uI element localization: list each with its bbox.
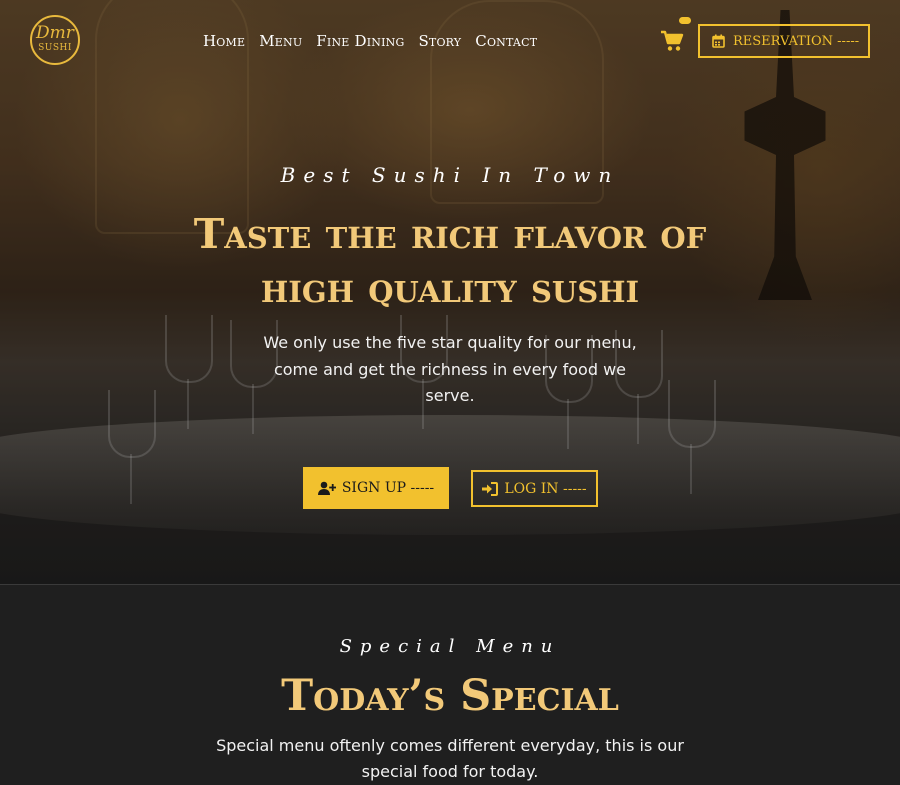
nav-item-home[interactable]: Home (203, 32, 245, 50)
hero-title-line-2: high quality sushi (260, 264, 640, 312)
logo-wordmark: SUSHI (38, 43, 72, 53)
log-in-label: LOG IN ----- (504, 480, 587, 497)
hero-title-line-1: Taste the rich flavor of (193, 210, 707, 258)
shopping-cart-icon[interactable] (660, 30, 684, 52)
hero-title: Taste the rich flavor of high quality su… (0, 207, 900, 315)
nav-item-menu[interactable]: Menu (259, 32, 302, 50)
special-title: Today’s Special (281, 671, 619, 721)
sign-in-icon (482, 481, 499, 496)
nav-item-fine-dining[interactable]: Fine Dining (316, 32, 404, 50)
special-kicker: Special Menu (339, 636, 561, 657)
sign-up-button[interactable]: SIGN UP ----- (303, 467, 449, 509)
main-nav: Home Menu Fine Dining Story Contact (203, 32, 537, 50)
reservation-button[interactable]: RESERVATION ----- (698, 24, 870, 58)
brand-logo[interactable]: Dmr SUSHI (30, 15, 80, 65)
special-description: Special menu oftenly comes different eve… (216, 736, 684, 781)
reservation-label: RESERVATION ----- (733, 33, 860, 49)
log-in-button[interactable]: LOG IN ----- (471, 470, 598, 507)
calendar-icon (712, 34, 725, 48)
cart-count-badge (679, 17, 691, 24)
logo-script: Dmr (36, 23, 74, 43)
nav-item-contact[interactable]: Contact (475, 32, 537, 50)
section-divider (0, 584, 900, 585)
hero-kicker: Best Sushi In Town (280, 163, 620, 187)
sign-up-label: SIGN UP ----- (341, 480, 435, 496)
hero-description: We only use the five star quality for ou… (263, 333, 637, 405)
nav-item-story[interactable]: Story (418, 32, 461, 50)
user-plus-icon (317, 481, 336, 495)
